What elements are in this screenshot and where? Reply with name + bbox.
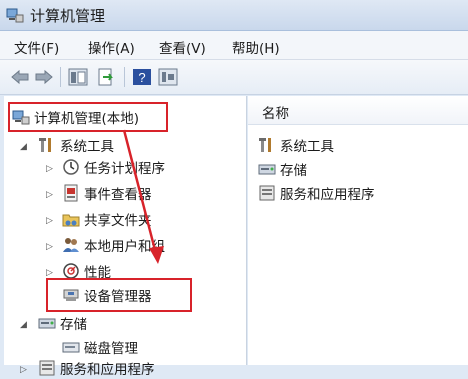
list-item-system-tools[interactable]: 系统工具 xyxy=(258,134,334,156)
expand-arrow-icon[interactable]: ▷ xyxy=(20,365,27,375)
menu-view[interactable]: 查看(V) xyxy=(159,37,206,57)
list-item-services-applications[interactable]: 服务和应用程序 xyxy=(258,182,375,204)
export-icon[interactable] xyxy=(96,68,116,86)
list-item-label: 存储 xyxy=(280,163,307,179)
toolbar-separator xyxy=(60,67,61,87)
menu-action[interactable]: 操作(A) xyxy=(88,37,135,57)
svg-text:?: ? xyxy=(138,70,145,85)
show-hide-tree-icon[interactable] xyxy=(68,68,88,86)
toolbar: ? xyxy=(0,60,468,95)
console-tree: 计算机管理(本地) ◢ 系统工具 ▷ 任务计划程序 ▷ 事件查看器 ▷ 共享文件… xyxy=(4,96,247,378)
list-item-storage[interactable]: 存储 xyxy=(258,158,307,180)
title-bar: 计算机管理 xyxy=(0,0,468,31)
details-pane: 名称 系统工具 存储 服务和应用程序 xyxy=(248,96,468,365)
computer-management-icon xyxy=(6,8,24,23)
annotation-arrow xyxy=(122,129,164,264)
tools-icon xyxy=(259,138,271,152)
forward-icon[interactable] xyxy=(34,68,54,86)
list-item-label: 服务和应用程序 xyxy=(280,187,375,203)
menu-help[interactable]: 帮助(H) xyxy=(232,37,280,57)
storage-icon xyxy=(258,164,276,175)
toolbar-separator xyxy=(124,67,125,87)
help-icon[interactable]: ? xyxy=(132,68,152,86)
column-header-name[interactable]: 名称 xyxy=(248,96,468,125)
properties-icon[interactable] xyxy=(158,68,178,86)
window-title: 计算机管理 xyxy=(30,7,106,25)
list-item-label: 系统工具 xyxy=(280,139,334,155)
back-icon[interactable] xyxy=(10,68,30,86)
menu-bar: 文件(F) 操作(A) 查看(V) 帮助(H) xyxy=(0,31,468,60)
menu-file[interactable]: 文件(F) xyxy=(14,37,59,57)
column-header-label: 名称 xyxy=(262,106,289,122)
services-icon xyxy=(259,185,275,201)
